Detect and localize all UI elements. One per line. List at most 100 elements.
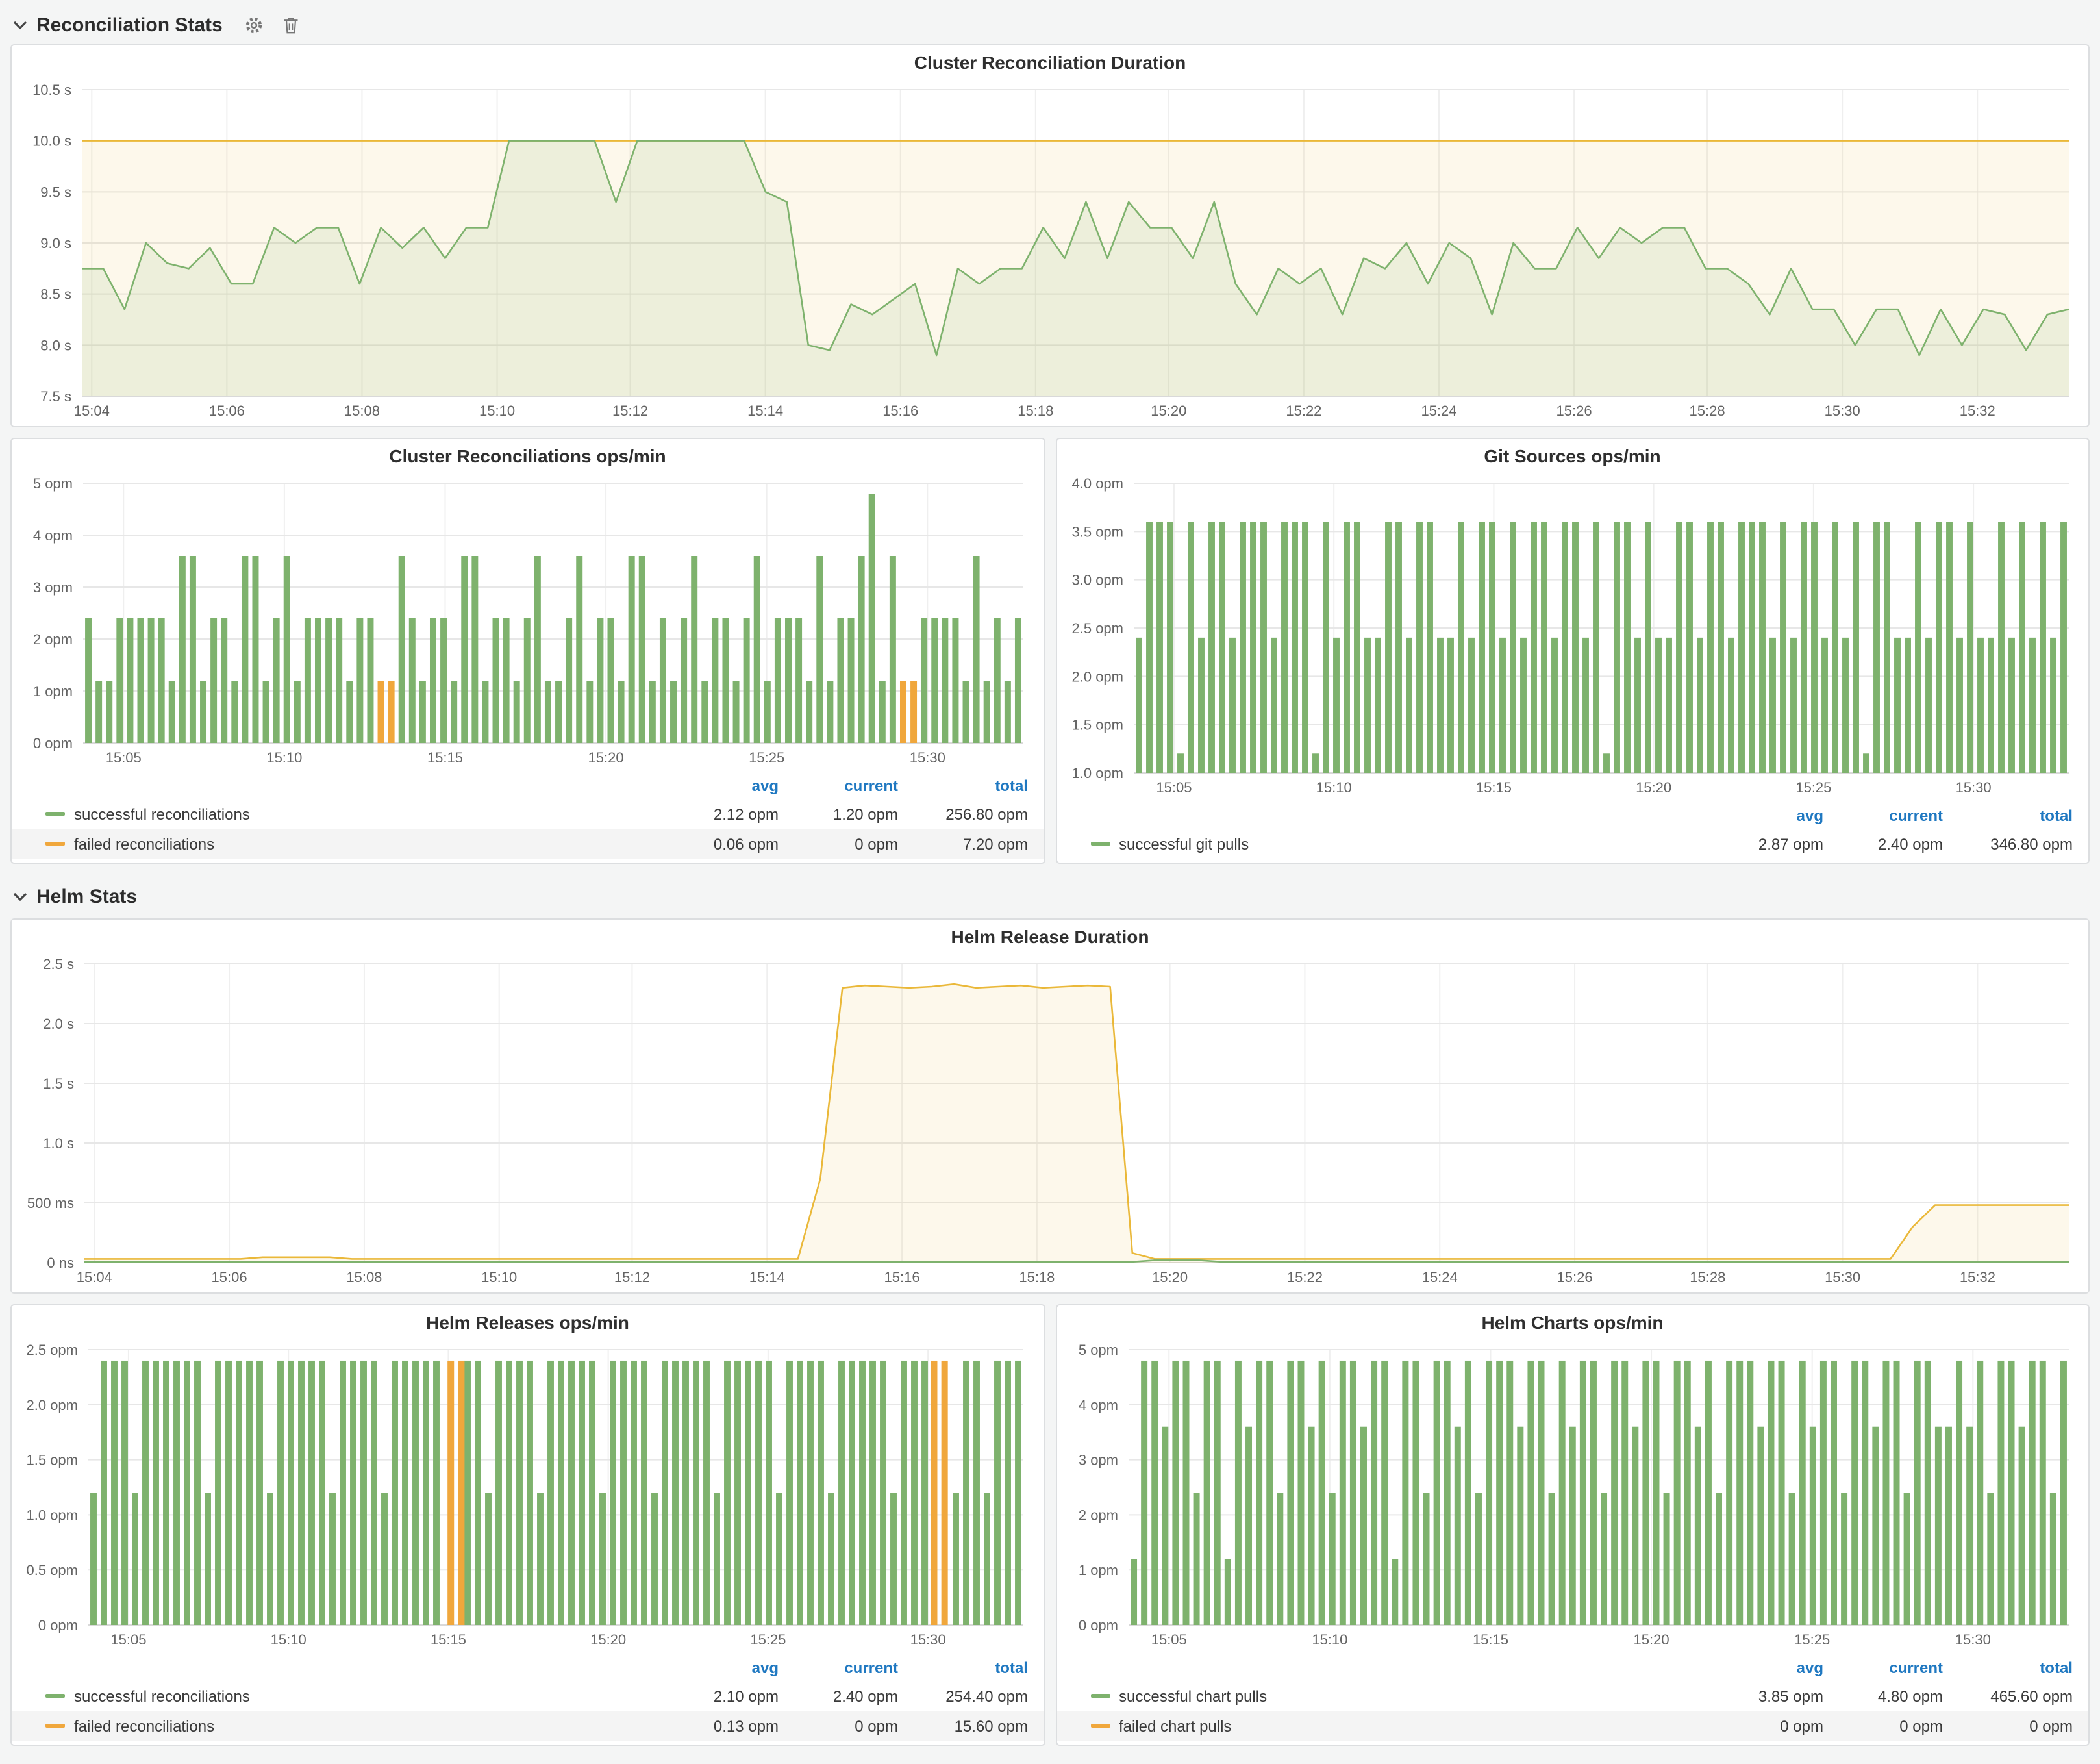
legend-col-current[interactable]: current xyxy=(1823,1658,1943,1676)
helm-charts-opm-chart[interactable]: 15:0515:1015:1515:2015:2515:300 opm1 opm… xyxy=(1064,1339,2082,1651)
svg-text:1 opm: 1 opm xyxy=(33,683,73,699)
legend-value: 256.80 opm xyxy=(898,805,1028,823)
legend-col-avg[interactable]: avg xyxy=(1704,806,1823,824)
svg-text:2.0 s: 2.0 s xyxy=(42,1016,73,1032)
legend-value: 0 opm xyxy=(1943,1717,2073,1735)
svg-text:15:26: 15:26 xyxy=(1556,403,1592,419)
svg-text:1.0 opm: 1.0 opm xyxy=(27,1507,79,1523)
legend-col-total[interactable]: total xyxy=(1943,1658,2073,1676)
svg-text:0 opm: 0 opm xyxy=(38,1617,78,1633)
svg-text:15:25: 15:25 xyxy=(749,750,785,766)
legend-value: 15.60 opm xyxy=(898,1717,1028,1735)
legend-value: 4.80 opm xyxy=(1823,1687,1943,1705)
legend-value: 465.60 opm xyxy=(1943,1687,2073,1705)
legend-row: failed reconciliations0.06 opm0 opm7.20 … xyxy=(12,829,1044,859)
svg-text:15:20: 15:20 xyxy=(588,750,624,766)
svg-text:3 opm: 3 opm xyxy=(1078,1452,1118,1468)
legend-value: 0 opm xyxy=(1823,1717,1943,1735)
svg-text:15:08: 15:08 xyxy=(344,403,379,419)
svg-text:8.0 s: 8.0 s xyxy=(40,337,71,353)
svg-text:15:05: 15:05 xyxy=(111,1632,147,1648)
legend-row: failed reconciliations0.13 opm0 opm15.60… xyxy=(12,1711,1044,1741)
panel-helm-release-duration: Helm Release Duration 15:0415:0615:0815:… xyxy=(10,918,2090,1294)
svg-text:15:30: 15:30 xyxy=(910,1632,946,1648)
svg-text:2.0 opm: 2.0 opm xyxy=(27,1397,79,1413)
svg-text:15:15: 15:15 xyxy=(1475,779,1511,796)
legend-series-name[interactable]: successful chart pulls xyxy=(1090,1687,1704,1705)
legend-series-swatch-icon xyxy=(1090,1724,1110,1728)
svg-text:8.5 s: 8.5 s xyxy=(40,286,71,303)
panel-title[interactable]: Cluster Reconciliation Duration xyxy=(12,45,2088,79)
legend-value: 254.40 opm xyxy=(898,1687,1028,1705)
git-sources-opm-chart[interactable]: 15:0515:1015:1515:2015:2515:301.0 opm1.5… xyxy=(1064,473,2082,799)
svg-text:15:30: 15:30 xyxy=(910,750,945,766)
legend-col-current[interactable]: current xyxy=(1823,806,1943,824)
svg-text:15:10: 15:10 xyxy=(267,750,303,766)
svg-text:15:26: 15:26 xyxy=(1556,1269,1592,1285)
svg-text:15:28: 15:28 xyxy=(1689,403,1725,419)
legend-series-name[interactable]: failed reconciliations xyxy=(45,1717,659,1735)
svg-text:1.5 opm: 1.5 opm xyxy=(1071,717,1123,733)
cluster-reconciliation-duration-chart[interactable]: 15:0415:0615:0815:1015:1215:1415:1615:18… xyxy=(19,79,2081,422)
legend-col-avg[interactable]: avg xyxy=(1704,1658,1823,1676)
panel-title[interactable]: Helm Charts ops/min xyxy=(1056,1305,2088,1339)
svg-text:5 opm: 5 opm xyxy=(33,475,73,492)
svg-text:15:20: 15:20 xyxy=(1150,403,1186,419)
helm-releases-opm-chart[interactable]: 15:0515:1015:1515:2015:2515:300 opm0.5 o… xyxy=(19,1339,1037,1651)
svg-text:15:22: 15:22 xyxy=(1285,403,1321,419)
section-header-helm-stats[interactable]: Helm Stats xyxy=(10,874,2090,918)
helm-release-duration-chart[interactable]: 15:0415:0615:0815:1015:1215:1415:1615:18… xyxy=(19,953,2081,1289)
legend-col-current[interactable]: current xyxy=(779,776,898,794)
svg-text:1.0 s: 1.0 s xyxy=(42,1135,73,1152)
svg-text:15:25: 15:25 xyxy=(1795,779,1831,796)
svg-text:15:25: 15:25 xyxy=(751,1632,786,1648)
svg-text:15:10: 15:10 xyxy=(1312,1632,1347,1648)
legend-series-name[interactable]: successful git pulls xyxy=(1090,835,1704,853)
legend-col-avg[interactable]: avg xyxy=(659,1658,779,1676)
legend-series-name[interactable]: failed chart pulls xyxy=(1090,1717,1704,1735)
legend: avgcurrenttotalsuccessful git pulls2.87 … xyxy=(1056,801,2088,859)
legend-header: avgcurrenttotal xyxy=(12,1654,1044,1681)
svg-text:0 opm: 0 opm xyxy=(1078,1617,1118,1633)
svg-text:0 opm: 0 opm xyxy=(33,735,73,751)
svg-text:15:22: 15:22 xyxy=(1286,1269,1322,1285)
svg-text:15:15: 15:15 xyxy=(427,750,463,766)
legend-value: 0 opm xyxy=(779,835,898,853)
section-header-reconciliation-stats[interactable]: Reconciliation Stats xyxy=(10,5,2090,44)
svg-text:15:25: 15:25 xyxy=(1794,1632,1830,1648)
legend-series-name[interactable]: failed reconciliations xyxy=(45,835,659,853)
legend-value: 0 opm xyxy=(1704,1717,1823,1735)
trash-icon[interactable] xyxy=(282,15,301,34)
legend-series-name[interactable]: successful reconciliations xyxy=(45,805,659,823)
svg-text:15:32: 15:32 xyxy=(1959,1269,1995,1285)
svg-text:15:24: 15:24 xyxy=(1420,403,1456,419)
svg-text:15:32: 15:32 xyxy=(1959,403,1995,419)
legend-series-name[interactable]: successful reconciliations xyxy=(45,1687,659,1705)
svg-text:4 opm: 4 opm xyxy=(1078,1397,1118,1413)
svg-text:1.0 opm: 1.0 opm xyxy=(1071,765,1123,781)
legend-col-total[interactable]: total xyxy=(1943,806,2073,824)
legend-row: successful reconciliations2.10 opm2.40 o… xyxy=(12,1681,1044,1711)
legend-col-current[interactable]: current xyxy=(779,1658,898,1676)
chevron-down-icon xyxy=(13,892,27,901)
legend-col-total[interactable]: total xyxy=(898,776,1028,794)
panel-cluster-reconciliations-opm: Cluster Reconciliations ops/min 15:0515:… xyxy=(10,438,1045,864)
legend: avgcurrenttotal successful reconciliation… xyxy=(12,772,1044,859)
panel-cluster-reconciliation-duration: Cluster Reconciliation Duration 15:0415:… xyxy=(10,44,2090,427)
svg-text:15:16: 15:16 xyxy=(884,1269,919,1285)
svg-text:2.5 opm: 2.5 opm xyxy=(27,1342,79,1358)
panel-title[interactable]: Git Sources ops/min xyxy=(1056,439,2088,473)
gear-icon[interactable] xyxy=(245,15,264,34)
cluster-reconciliations-opm-chart[interactable]: 15:05 15:10 15:15 15:20 15:25 15:30 0 opm 1 opm… xyxy=(19,473,1037,769)
panel-title[interactable]: Helm Releases ops/min xyxy=(12,1305,1044,1339)
svg-text:15:05: 15:05 xyxy=(106,750,142,766)
panel-title[interactable]: Helm Release Duration xyxy=(12,920,2088,953)
svg-text:15:30: 15:30 xyxy=(1955,779,1991,796)
svg-text:500 ms: 500 ms xyxy=(27,1195,73,1211)
legend-col-avg[interactable]: avg xyxy=(659,776,779,794)
panel-title[interactable]: Cluster Reconciliations ops/min xyxy=(12,439,1044,473)
section-title: Helm Stats xyxy=(36,885,137,907)
legend-col-total[interactable]: total xyxy=(898,1658,1028,1676)
svg-text:15:30: 15:30 xyxy=(1824,403,1860,419)
svg-text:2 opm: 2 opm xyxy=(1078,1507,1118,1523)
